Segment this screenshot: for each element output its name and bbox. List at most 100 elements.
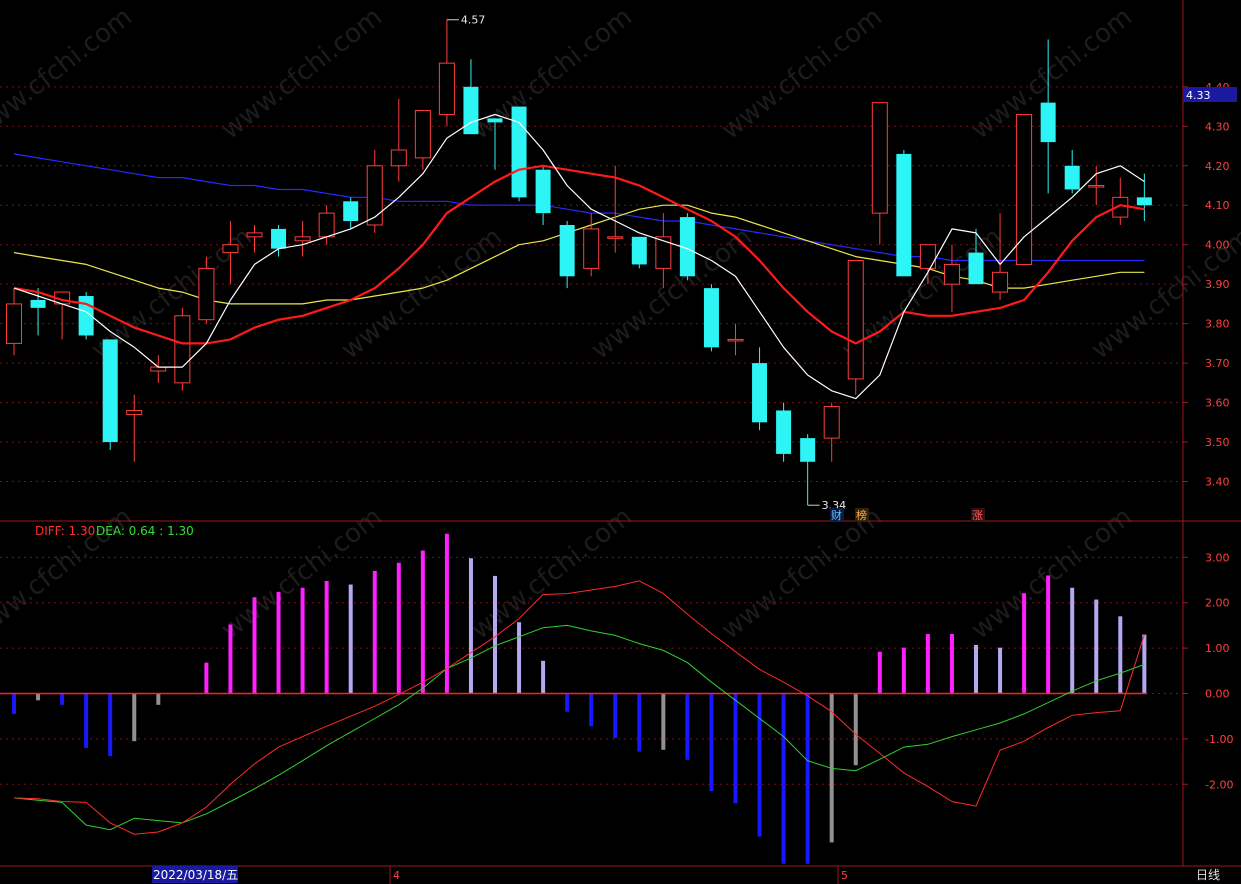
candle [823,402,840,462]
candle [6,288,22,356]
event-badge-limit-up[interactable]: 涨 [972,509,983,522]
macd-bar [1046,575,1051,694]
candle-body [174,315,191,384]
last-price-box: 4.33 [1183,87,1237,102]
candle [414,110,431,170]
candle-body [30,299,46,308]
candle-body [6,303,22,344]
candle-body [294,236,311,242]
macd-bar [541,660,546,694]
macd-bar [589,693,594,727]
last-price-label: 4.33 [1186,89,1211,102]
macd-bar [709,693,714,792]
macd-bar [974,644,978,694]
macd-tick-label: 3.00 [1205,551,1230,564]
price-tick-label: 4.10 [1205,199,1230,212]
candle-body [896,153,912,277]
candle-body [655,236,672,269]
macd-bar [853,693,858,766]
macd-bar [685,693,690,760]
macd-bar [733,693,738,804]
candle [174,307,191,391]
candle-body [222,244,239,254]
macd-bar [637,693,642,752]
macd-bar [372,570,377,694]
candle [366,149,383,233]
candle-body [919,244,936,269]
candle-body [1064,165,1080,190]
high-annotation: 4.57 [446,14,486,27]
candle [727,323,744,356]
macd-axis: 3.00 2.00 1.00 0.00 -1.00 -2.00 [1183,551,1233,791]
candle-body [1040,102,1056,143]
candle-body [871,102,888,214]
macd-bar [493,575,497,694]
macd-bar [156,693,161,705]
macd-tick-label: 2.00 [1205,597,1230,610]
month-marker-5: 5 [841,869,848,882]
candle [294,221,311,257]
price-tick-label: 4.00 [1205,239,1230,252]
watermark-text: www.cfchi.com [716,2,888,146]
macd-bar [60,693,65,705]
macd-dea-label: DEA: 0.64 : 1.30 [96,524,194,538]
macd-bar [565,693,570,712]
event-badge-finance[interactable]: 财 [831,508,842,522]
candle-body [943,263,960,285]
macd-bar [1022,593,1027,694]
macd-bar [36,693,41,701]
candle-body [198,267,215,321]
candle [583,213,600,277]
price-tick-label: 3.50 [1205,436,1230,449]
candle-body [318,212,335,238]
event-badge-rank[interactable]: 榜 [856,508,867,522]
candle-body [992,271,1009,293]
candle-body [607,236,624,239]
macd-bar [877,651,882,694]
price-tick-label: 3.70 [1205,357,1230,370]
candle-body [390,149,407,167]
macd-legend: DIFF: 1.30 DEA: 0.64 : 1.30 [35,524,194,538]
candle-body [776,410,792,454]
candle [896,149,912,277]
candle [150,355,167,383]
macd-bar [781,693,786,864]
macd-bar [805,693,810,864]
high-price-label: 4.57 [461,14,486,27]
candle [343,197,359,229]
macd-bar [348,584,353,694]
cursor-date-label: 2022/03/18/五 [153,868,238,882]
watermark-text: www.cfchi.com [966,502,1138,646]
macd-bar [300,587,305,694]
candle [871,102,888,245]
macd-bar [276,591,281,694]
candle-body [800,438,816,462]
macd-bar [1070,587,1075,694]
candle-body [631,236,647,265]
candle-body [126,409,143,415]
macd-tick-label: -1.00 [1205,733,1233,746]
macd-bar [468,558,473,694]
macd-tick-label: -2.00 [1205,778,1233,791]
price-tick-label: 3.60 [1205,397,1230,410]
candle [535,165,551,225]
candle-body [414,110,431,159]
macd-bar [324,580,329,694]
macd-tick-label: 0.00 [1205,688,1230,701]
candle-body [847,260,864,380]
macd-indicator [0,533,1147,864]
watermark-text: www.cfchi.com [216,2,388,146]
candle-body [271,228,287,249]
candle-body [559,224,575,277]
macd-bar [132,693,137,742]
candle-body [1088,185,1105,188]
macd-bar [949,634,954,694]
macd-bar [757,693,762,837]
stock-chart[interactable]: www.cfchi.com www.cfchi.com www.cfchi.com w… [0,0,1241,884]
candle [800,434,816,506]
price-tick-label: 4.30 [1205,120,1230,133]
period-label[interactable]: 日线 [1196,868,1220,882]
candle [559,221,575,289]
candle [703,284,719,352]
candle [438,19,455,127]
